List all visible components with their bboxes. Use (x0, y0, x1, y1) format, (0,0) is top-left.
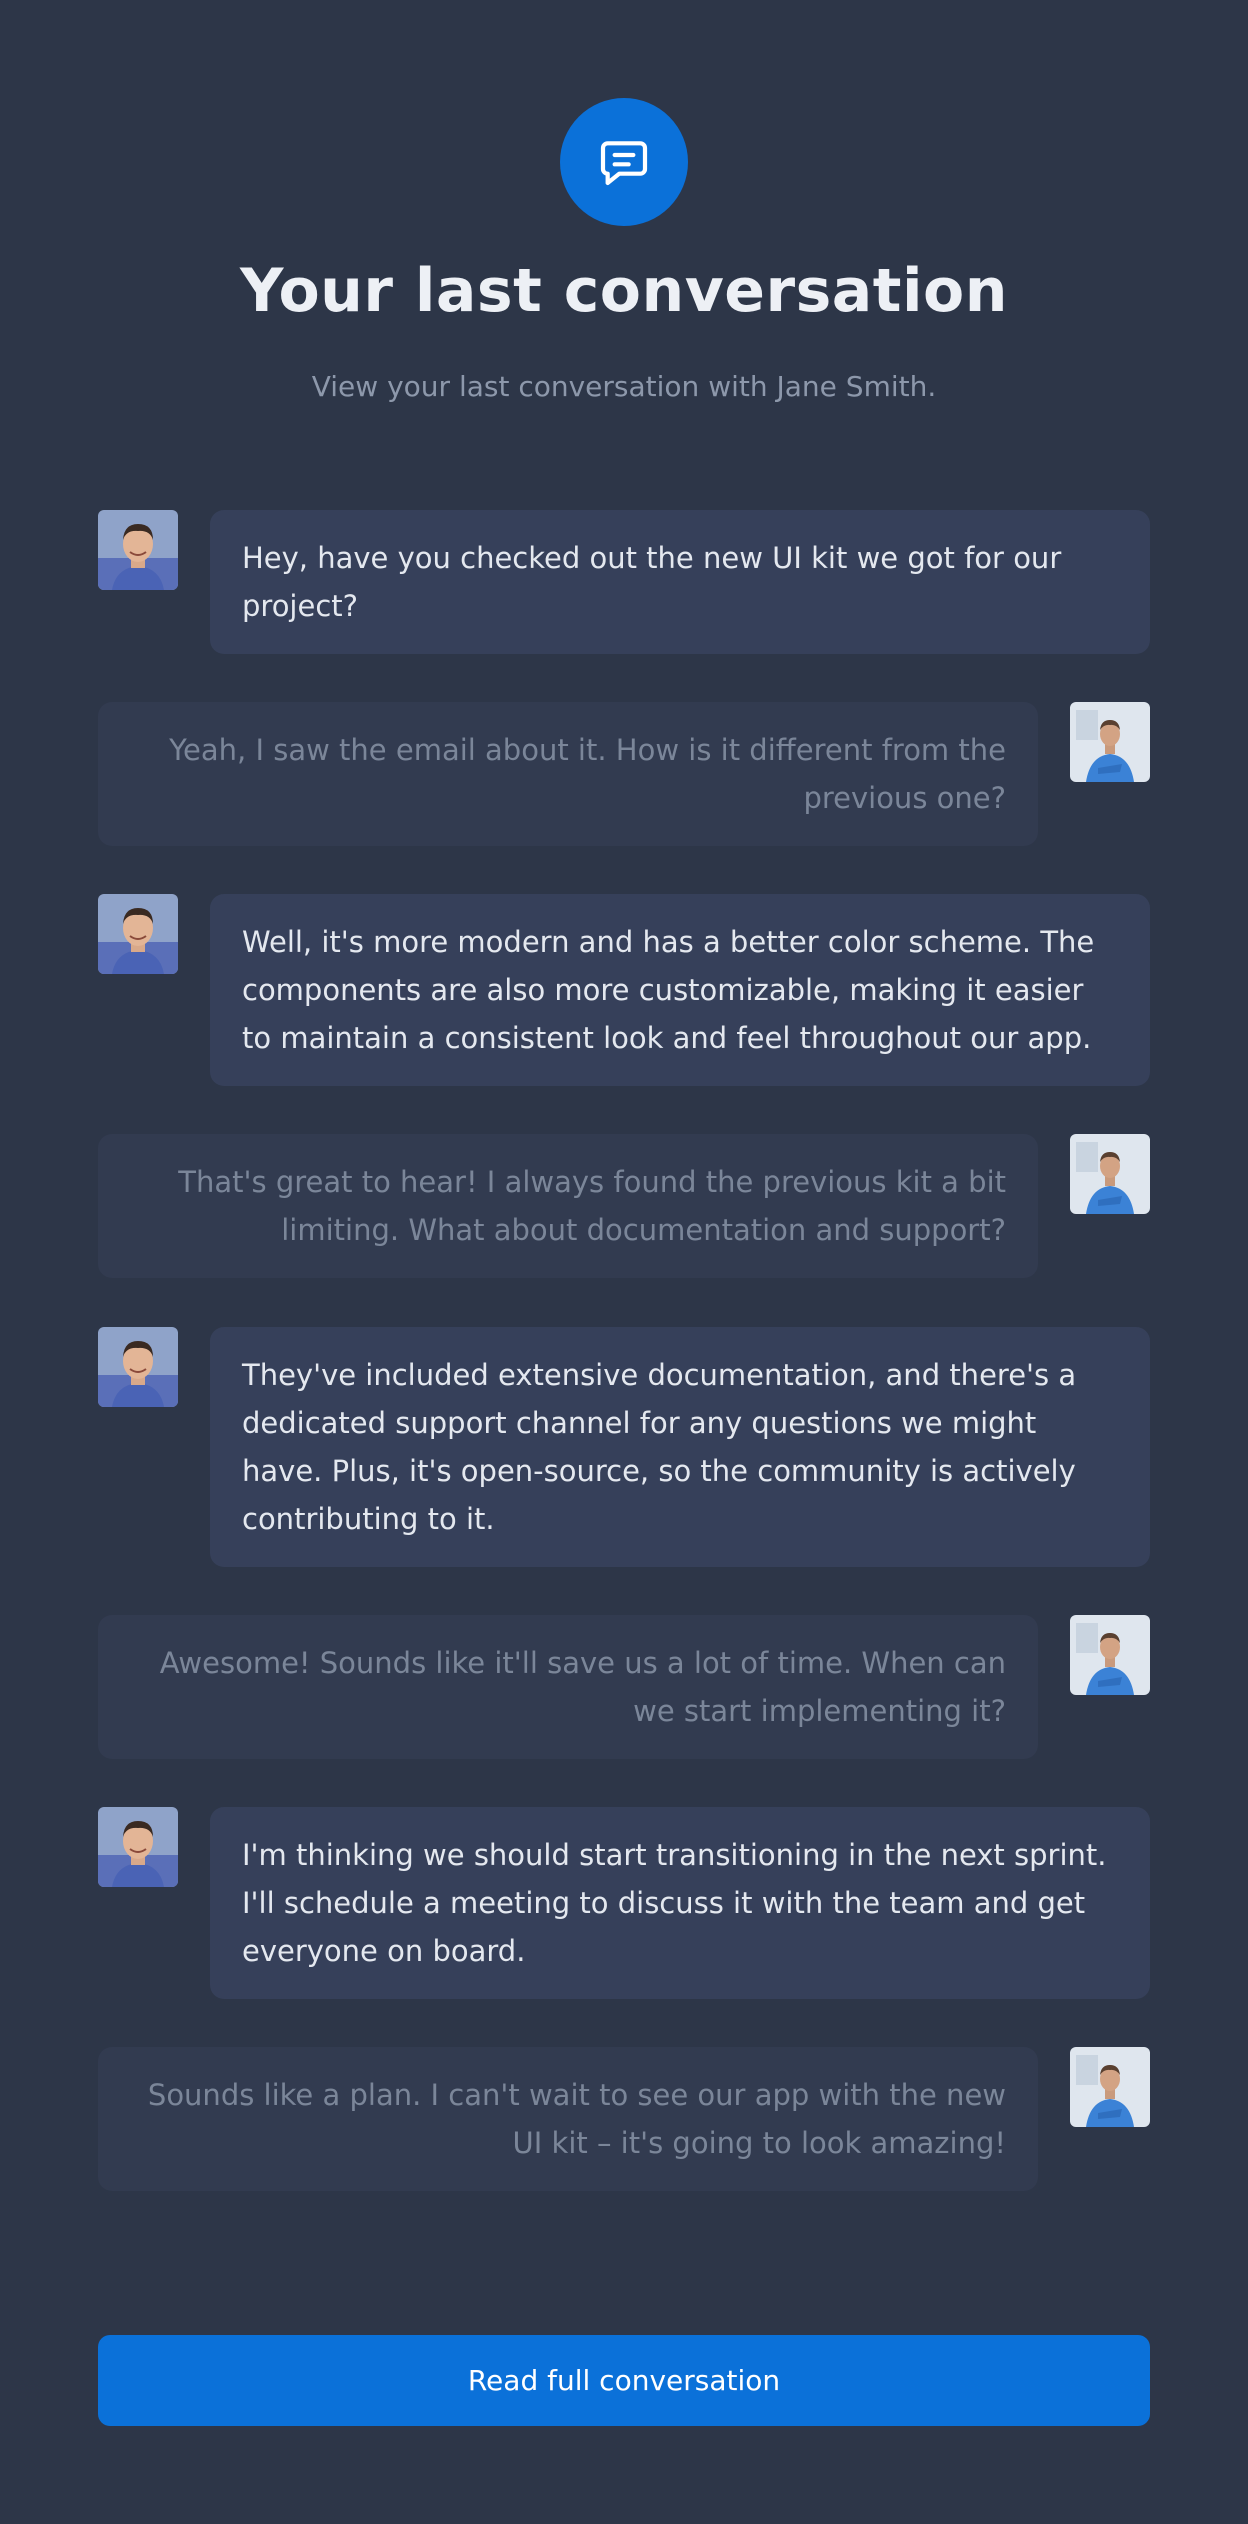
avatar-man-blue-shirt (1070, 1134, 1150, 1214)
message-row: Hey, have you checked out the new UI kit… (98, 510, 1150, 654)
message-row: I'm thinking we should start transitioni… (98, 1807, 1150, 1999)
message-bubble-received: Sounds like a plan. I can't wait to see … (98, 2047, 1038, 2191)
page-subtitle: View your last conversation with Jane Sm… (311, 370, 937, 403)
message-row: That's great to hear! I always found the… (98, 1134, 1150, 1278)
message-bubble-received: Yeah, I saw the email about it. How is i… (98, 702, 1038, 846)
page-title: Your last conversation (240, 256, 1008, 326)
message-bubble-sent: Well, it's more modern and has a better … (210, 894, 1150, 1086)
read-full-conversation-button[interactable]: Read full conversation (98, 2335, 1150, 2426)
message-bubble-sent: I'm thinking we should start transitioni… (210, 1807, 1150, 1999)
message-row: Awesome! Sounds like it'll save us a lot… (98, 1615, 1150, 1759)
message-icon (560, 98, 688, 226)
avatar-man-blue-shirt (1070, 702, 1150, 782)
avatar-smiling-man (98, 894, 178, 974)
message-row: Sounds like a plan. I can't wait to see … (98, 2047, 1150, 2191)
message-bubble-received: Awesome! Sounds like it'll save us a lot… (98, 1615, 1038, 1759)
avatar-man-blue-shirt (1070, 2047, 1150, 2127)
message-row: Well, it's more modern and has a better … (98, 894, 1150, 1086)
message-row: They've included extensive documentation… (98, 1327, 1150, 1567)
message-bubble-received: That's great to hear! I always found the… (98, 1134, 1038, 1278)
avatar-smiling-man (98, 510, 178, 590)
avatar-man-blue-shirt (1070, 1615, 1150, 1695)
avatar-smiling-man (98, 1807, 178, 1887)
message-bubble-sent: They've included extensive documentation… (210, 1327, 1150, 1567)
avatar-smiling-man (98, 1327, 178, 1407)
message-bubble-sent: Hey, have you checked out the new UI kit… (210, 510, 1150, 654)
message-row: Yeah, I saw the email about it. How is i… (98, 702, 1150, 846)
